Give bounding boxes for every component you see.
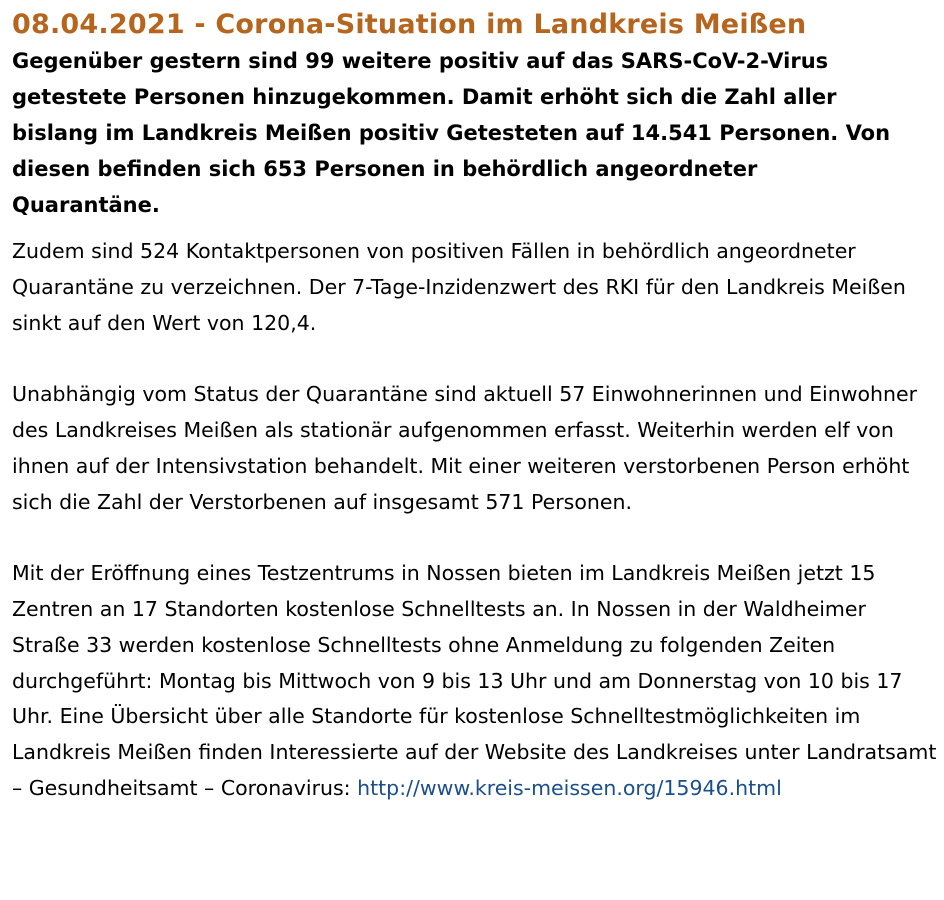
- paragraph-hospitalized: Unabhängig vom Status der Quarantäne sin…: [12, 382, 918, 514]
- news-article: 08.04.2021 - Corona-Situation im Landkre…: [0, 0, 938, 807]
- coronavirus-info-link[interactable]: http://www.kreis-meissen.org/15946.html: [357, 776, 782, 800]
- paragraph-test-centers-text: Mit der Eröffnung eines Testzentrums in …: [12, 561, 937, 800]
- article-headline: 08.04.2021 - Corona-Situation im Landkre…: [12, 9, 807, 40]
- article-lead: Gegenüber gestern sind 99 weitere positi…: [12, 49, 891, 217]
- paragraph-test-centers: Mit der Eröffnung eines Testzentrums in …: [12, 556, 938, 807]
- paragraph-contact-persons: Zudem sind 524 Kontaktpersonen von posit…: [12, 239, 906, 335]
